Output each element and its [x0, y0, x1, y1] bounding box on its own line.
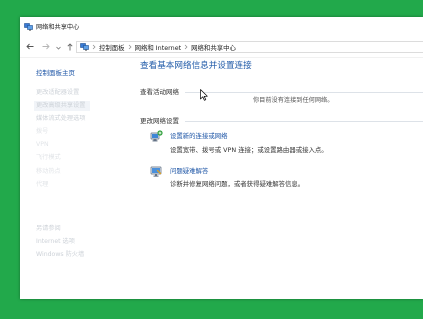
- sidebar-task-link[interactable]: 更改适配器设置: [36, 89, 79, 97]
- troubleshoot-icon[interactable]: [150, 165, 163, 178]
- sidebar-task-link[interactable]: 飞行模式: [36, 154, 61, 162]
- troubleshoot-link[interactable]: 问题疑难解答: [170, 167, 208, 175]
- connection-status-text: 你目前没有连接到任何网络。: [253, 97, 334, 104]
- page-title: 查看基本网络信息并设置连接: [140, 61, 252, 71]
- sidebar-task-link[interactable]: 移动热点: [36, 168, 61, 176]
- setup-new-connection-description: 设置宽带、拨号或 VPN 连接；或设置路由器或接入点。: [170, 146, 328, 154]
- back-arrow-icon: [26, 43, 34, 50]
- sidebar-task-link[interactable]: 拨号: [36, 128, 48, 136]
- new-connection-icon[interactable]: [150, 130, 163, 143]
- left-pane: 控制面板主页 更改适配器设置 更改高级共享设置 媒体流式处理选项 拨号 VPN …: [34, 17, 132, 299]
- change-settings-label: 更改网络设置: [140, 117, 179, 125]
- section-divider: [185, 121, 423, 122]
- see-also-link-internet-options[interactable]: Internet 选项: [36, 238, 75, 246]
- sidebar-task-link[interactable]: 更改高级共享设置: [36, 102, 86, 110]
- main-pane: 查看基本网络信息并设置连接 查看活动网络 你目前没有连接到任何网络。 更改网络设…: [140, 17, 423, 299]
- mouse-cursor-icon: [200, 89, 208, 101]
- sidebar-task-link[interactable]: VPN: [36, 141, 49, 149]
- section-divider: [185, 92, 423, 93]
- see-also-link-windows-firewall[interactable]: Windows 防火墙: [36, 251, 84, 259]
- network-sharing-center-icon: [24, 23, 33, 31]
- back-button[interactable]: [26, 43, 34, 50]
- network-sharing-center-window: 网络和共享中心 控制面板 网络和 Internet 网络和共享中心 控制面板主页…: [20, 17, 423, 299]
- setup-new-connection-link[interactable]: 设置新的连接或网络: [170, 132, 228, 140]
- sidebar-task-link[interactable]: 媒体流式处理选项: [36, 115, 86, 123]
- see-also-heading: 另请参阅: [36, 225, 61, 232]
- control-panel-home-link[interactable]: 控制面板主页: [36, 69, 75, 77]
- active-networks-label: 查看活动网络: [140, 88, 179, 96]
- sidebar-task-link[interactable]: 代理: [36, 181, 48, 189]
- troubleshoot-description: 诊断并修复网络问题，或者获得疑难解答信息。: [170, 180, 305, 188]
